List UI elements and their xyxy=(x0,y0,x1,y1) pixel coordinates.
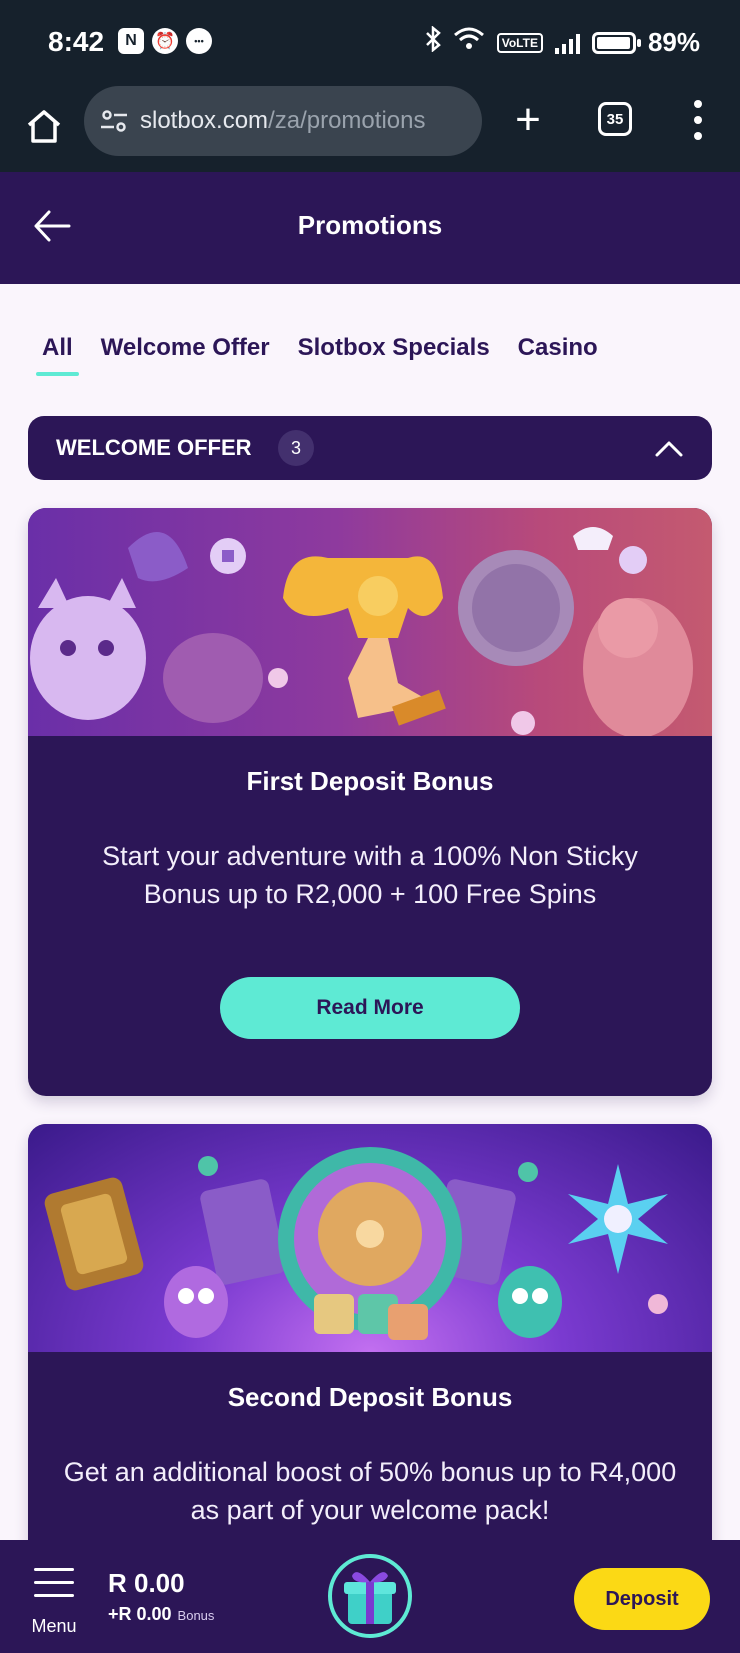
battery-level: 89% xyxy=(647,27,700,57)
section-title: WELCOME OFFER xyxy=(56,435,252,460)
alarm-icon: ⏰ xyxy=(152,28,178,54)
status-time: 8:42 xyxy=(48,26,105,57)
site-settings-icon[interactable] xyxy=(100,109,128,133)
browser-toolbar: slotbox.com/za/promotions + 35 xyxy=(0,86,740,172)
system-indicators: VoLTE 89% xyxy=(425,25,700,59)
deposit-button[interactable]: Deposit xyxy=(574,1568,710,1630)
menu-button[interactable]: Menu xyxy=(26,1568,82,1638)
bluetooth-icon xyxy=(425,25,441,59)
tab-casino[interactable]: Casino xyxy=(518,334,598,370)
home-icon xyxy=(27,110,61,143)
more-options-icon[interactable] xyxy=(692,100,704,140)
chevron-up-icon[interactable] xyxy=(654,436,684,460)
bonus-amount: +R 0.00 xyxy=(108,1604,172,1624)
welcome-offer-section-header[interactable]: WELCOME OFFER 3 xyxy=(28,416,712,480)
section-count-badge: 3 xyxy=(278,430,314,466)
tab-switcher-button[interactable]: 35 xyxy=(598,102,632,136)
card-title: First Deposit Bonus xyxy=(246,766,494,796)
bonus-balance: +R 0.00 Bonus xyxy=(108,1604,214,1625)
new-tab-button[interactable]: + xyxy=(508,98,548,142)
menu-label: Menu xyxy=(31,1616,77,1636)
app-header: Promotions xyxy=(0,172,740,284)
tab-welcome-offer[interactable]: Welcome Offer xyxy=(101,334,270,370)
address-bar[interactable]: slotbox.com/za/promotions xyxy=(84,86,482,156)
read-more-button[interactable]: Read More xyxy=(220,977,520,1039)
tab-slotbox-specials[interactable]: Slotbox Specials xyxy=(298,334,490,370)
nfc-icon: N xyxy=(118,28,144,54)
url-host: slotbox.com xyxy=(140,107,269,134)
wifi-icon xyxy=(453,27,485,58)
signal-icon xyxy=(554,32,580,54)
promo-card-first-deposit: First Deposit Bonus Start your adventure… xyxy=(28,508,712,1096)
card-title: Second Deposit Bonus xyxy=(227,1382,513,1412)
card-description: Start your adventure with a 100% Non Sti… xyxy=(102,841,638,909)
balance-amount: R 0.00 xyxy=(108,1568,185,1598)
tab-all[interactable]: All xyxy=(36,334,79,376)
home-button[interactable] xyxy=(22,104,66,148)
first-deposit-banner-image xyxy=(28,508,712,736)
url-path: /za/promotions xyxy=(268,107,426,134)
banner-illustration-icon xyxy=(30,527,693,736)
status-bar: 8:42 N ⏰ ••• VoLTE 89% xyxy=(0,0,740,86)
card-description: Get an additional boost of 50% bonus up … xyxy=(63,1457,677,1525)
rewards-gift-button[interactable] xyxy=(328,1554,412,1638)
second-deposit-banner-image xyxy=(28,1124,712,1352)
bottom-bar: Menu R 0.00 +R 0.00 Bonus Deposit xyxy=(0,1540,740,1653)
gift-box-icon xyxy=(344,1572,396,1624)
page-title: Promotions xyxy=(297,210,443,240)
bonus-label: Bonus xyxy=(177,1608,215,1623)
filter-tabs: All Welcome Offer Slotbox Specials Casin… xyxy=(36,334,598,376)
hamburger-icon xyxy=(34,1568,74,1607)
chat-icon: ••• xyxy=(186,28,212,54)
notification-icons: N ⏰ ••• xyxy=(118,28,212,54)
volte-badge: VoLTE xyxy=(496,32,543,53)
battery-icon xyxy=(591,31,641,54)
banner-illustration-icon xyxy=(44,1147,668,1340)
